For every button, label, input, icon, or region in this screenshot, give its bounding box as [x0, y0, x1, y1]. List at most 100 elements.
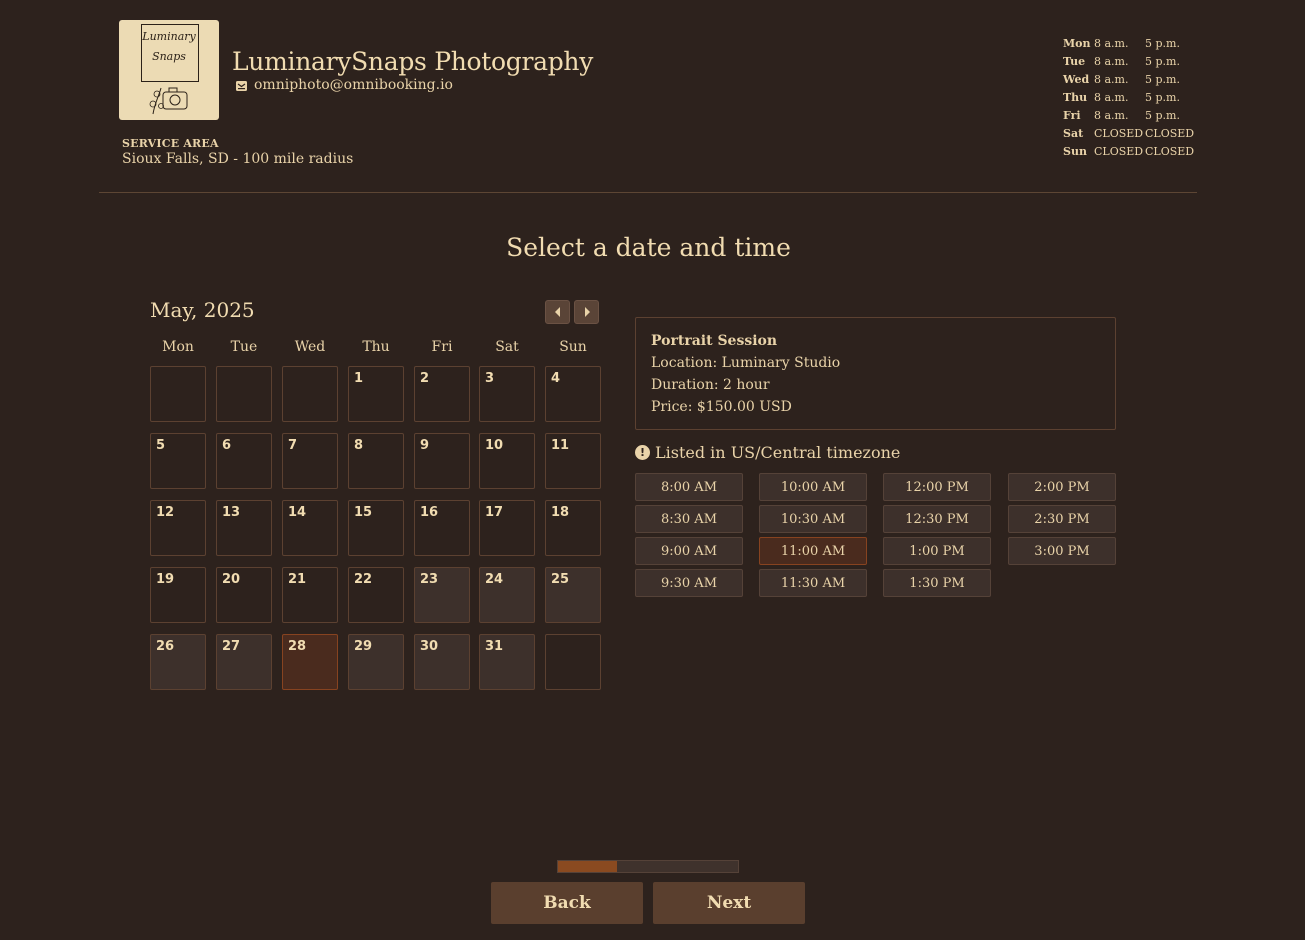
business-name: LuminarySnaps Photography — [232, 47, 594, 76]
calendar-day-number: 7 — [288, 438, 298, 453]
calendar-day[interactable]: 3 — [479, 366, 535, 422]
time-slot-button[interactable]: 8:30 AM — [635, 505, 743, 533]
time-slot-button[interactable]: 12:00 PM — [883, 473, 991, 501]
time-slot-button[interactable]: 9:00 AM — [635, 537, 743, 565]
time-slot-button[interactable]: 1:30 PM — [883, 569, 991, 597]
calendar-empty-cell — [150, 366, 206, 422]
calendar-day-number: 12 — [156, 505, 175, 520]
calendar-day-number: 25 — [551, 572, 570, 587]
hours-row: Thu 8 a.m. 5 p.m. — [1063, 88, 1195, 106]
calendar-day[interactable]: 2 — [414, 366, 470, 422]
time-slot-button[interactable]: 11:00 AM — [759, 537, 867, 565]
calendar-day-number: 22 — [354, 572, 373, 587]
calendar-day[interactable]: 13 — [216, 500, 272, 556]
calendar-day[interactable]: 24 — [479, 567, 535, 623]
next-month-button[interactable] — [574, 300, 599, 324]
weekday-header: Fri — [431, 339, 453, 355]
calendar-day-number: 31 — [485, 639, 504, 654]
calendar-day-number: 20 — [222, 572, 241, 587]
calendar-empty-cell — [545, 634, 601, 690]
time-slot-button[interactable]: 10:00 AM — [759, 473, 867, 501]
hours-day: Mon — [1063, 36, 1091, 50]
calendar-day[interactable]: 12 — [150, 500, 206, 556]
calendar-day-number: 14 — [288, 505, 307, 520]
calendar-day-number: 3 — [485, 371, 495, 386]
time-slot-button[interactable]: 12:30 PM — [883, 505, 991, 533]
time-slot-button[interactable]: 8:00 AM — [635, 473, 743, 501]
hours-close: 5 p.m. — [1145, 72, 1180, 86]
calendar-day[interactable]: 5 — [150, 433, 206, 489]
time-slot-button[interactable]: 9:30 AM — [635, 569, 743, 597]
calendar-day[interactable]: 4 — [545, 366, 601, 422]
hours-close: 5 p.m. — [1145, 90, 1180, 104]
calendar-day-number: 30 — [420, 639, 439, 654]
camera-flower-icon — [149, 87, 188, 115]
mail-icon — [236, 80, 247, 91]
service-title: Portrait Session — [651, 333, 778, 349]
hours-row: Wed 8 a.m. 5 p.m. — [1063, 70, 1195, 88]
time-slot-button[interactable]: 2:00 PM — [1008, 473, 1116, 501]
business-email-row[interactable]: omniphoto@omnibooking.io — [235, 77, 453, 93]
weekday-header: Thu — [362, 339, 390, 355]
calendar-day[interactable]: 1 — [348, 366, 404, 422]
calendar-day[interactable]: 7 — [282, 433, 338, 489]
calendar-day-number: 9 — [420, 438, 430, 453]
hours-open: 8 a.m. — [1094, 108, 1129, 122]
alert-icon: ! — [635, 445, 650, 460]
calendar-day[interactable]: 9 — [414, 433, 470, 489]
service-details-card: Portrait Session Location: Luminary Stud… — [635, 317, 1116, 430]
calendar-day-number: 27 — [222, 639, 241, 654]
calendar-empty-cell — [282, 366, 338, 422]
calendar-day-number: 26 — [156, 639, 175, 654]
calendar-day[interactable]: 18 — [545, 500, 601, 556]
calendar-day[interactable]: 27 — [216, 634, 272, 690]
time-slot-button[interactable]: 3:00 PM — [1008, 537, 1116, 565]
time-slot-button[interactable]: 10:30 AM — [759, 505, 867, 533]
weekday-header: Sun — [559, 339, 587, 355]
hours-close: 5 p.m. — [1145, 54, 1180, 68]
calendar-day-number: 23 — [420, 572, 439, 587]
calendar-day[interactable]: 28 — [282, 634, 338, 690]
chevron-right-icon — [584, 307, 590, 317]
prev-month-button[interactable] — [545, 300, 570, 324]
hours-open: 8 a.m. — [1094, 54, 1129, 68]
calendar-day[interactable]: 17 — [479, 500, 535, 556]
calendar-day[interactable]: 19 — [150, 567, 206, 623]
calendar-day[interactable]: 30 — [414, 634, 470, 690]
next-button[interactable]: Next — [653, 882, 805, 924]
business-logo: Luminary Snaps — [119, 20, 219, 120]
calendar-day[interactable]: 23 — [414, 567, 470, 623]
calendar-day[interactable]: 20 — [216, 567, 272, 623]
time-slot-button[interactable]: 2:30 PM — [1008, 505, 1116, 533]
calendar-day[interactable]: 15 — [348, 500, 404, 556]
calendar-day[interactable]: 10 — [479, 433, 535, 489]
hours-row: Mon 8 a.m. 5 p.m. — [1063, 34, 1195, 52]
calendar-day[interactable]: 26 — [150, 634, 206, 690]
calendar-day[interactable]: 6 — [216, 433, 272, 489]
time-slot-button[interactable]: 1:00 PM — [883, 537, 991, 565]
time-slot-button[interactable]: 11:30 AM — [759, 569, 867, 597]
calendar-day[interactable]: 16 — [414, 500, 470, 556]
calendar-day-number: 29 — [354, 639, 373, 654]
calendar-day[interactable]: 25 — [545, 567, 601, 623]
calendar-day[interactable]: 14 — [282, 500, 338, 556]
calendar-day[interactable]: 11 — [545, 433, 601, 489]
calendar-day-number: 15 — [354, 505, 373, 520]
logo-text-line-2: Snaps — [152, 50, 186, 63]
calendar-day-number: 18 — [551, 505, 570, 520]
header-divider — [99, 192, 1197, 193]
calendar-day-number: 6 — [222, 438, 232, 453]
hours-open: CLOSED — [1094, 144, 1144, 158]
calendar-day[interactable]: 31 — [479, 634, 535, 690]
calendar-day[interactable]: 29 — [348, 634, 404, 690]
logo-text-line-1: Luminary — [142, 30, 196, 43]
hours-day: Sat — [1063, 126, 1084, 140]
business-email[interactable]: omniphoto@omnibooking.io — [254, 77, 453, 93]
back-button[interactable]: Back — [491, 882, 643, 924]
calendar-day[interactable]: 8 — [348, 433, 404, 489]
calendar-day[interactable]: 22 — [348, 567, 404, 623]
progress-fill — [558, 861, 618, 872]
calendar-day[interactable]: 21 — [282, 567, 338, 623]
calendar-day-number: 28 — [288, 639, 307, 654]
hours-row: Fri 8 a.m. 5 p.m. — [1063, 106, 1195, 124]
